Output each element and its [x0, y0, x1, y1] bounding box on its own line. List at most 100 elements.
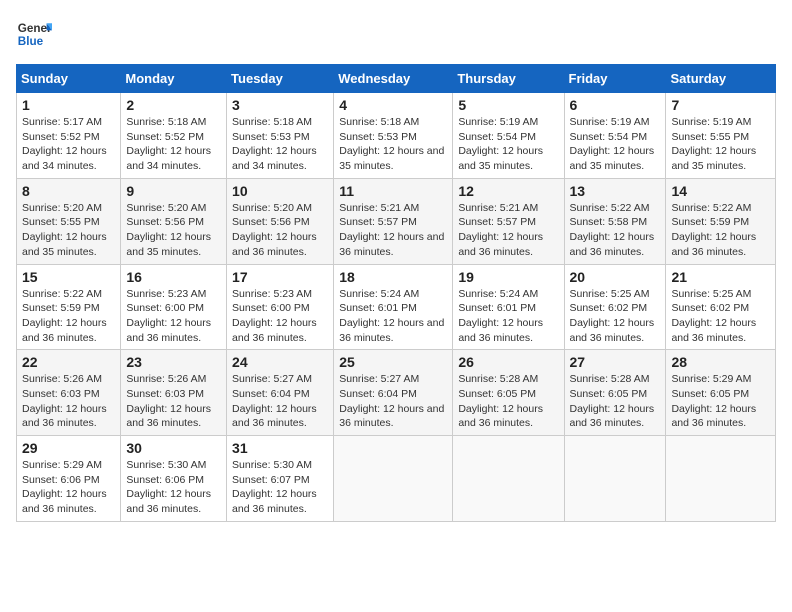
day-detail: Sunrise: 5:19 AMSunset: 5:54 PMDaylight:…: [570, 115, 661, 174]
day-number: 15: [22, 269, 115, 285]
day-number: 5: [458, 97, 558, 113]
day-number: 2: [126, 97, 221, 113]
day-detail: Sunrise: 5:20 AMSunset: 5:55 PMDaylight:…: [22, 201, 115, 260]
calendar-cell: 3 Sunrise: 5:18 AMSunset: 5:53 PMDayligh…: [227, 93, 334, 179]
page-header: General Blue: [16, 16, 776, 52]
day-detail: Sunrise: 5:23 AMSunset: 6:00 PMDaylight:…: [126, 287, 221, 346]
day-number: 22: [22, 354, 115, 370]
day-number: 18: [339, 269, 447, 285]
day-detail: Sunrise: 5:24 AMSunset: 6:01 PMDaylight:…: [458, 287, 558, 346]
weekday-header-wednesday: Wednesday: [334, 65, 453, 93]
day-detail: Sunrise: 5:21 AMSunset: 5:57 PMDaylight:…: [339, 201, 447, 260]
calendar-cell: 30 Sunrise: 5:30 AMSunset: 6:06 PMDaylig…: [121, 436, 227, 522]
calendar-table: SundayMondayTuesdayWednesdayThursdayFrid…: [16, 64, 776, 522]
day-detail: Sunrise: 5:27 AMSunset: 6:04 PMDaylight:…: [339, 372, 447, 431]
day-number: 3: [232, 97, 328, 113]
calendar-cell: 12 Sunrise: 5:21 AMSunset: 5:57 PMDaylig…: [453, 178, 564, 264]
calendar-cell: [453, 436, 564, 522]
calendar-cell: 6 Sunrise: 5:19 AMSunset: 5:54 PMDayligh…: [564, 93, 666, 179]
day-number: 7: [671, 97, 770, 113]
day-detail: Sunrise: 5:22 AMSunset: 5:59 PMDaylight:…: [22, 287, 115, 346]
calendar-cell: 4 Sunrise: 5:18 AMSunset: 5:53 PMDayligh…: [334, 93, 453, 179]
day-number: 17: [232, 269, 328, 285]
weekday-header-friday: Friday: [564, 65, 666, 93]
calendar-cell: 29 Sunrise: 5:29 AMSunset: 6:06 PMDaylig…: [17, 436, 121, 522]
day-number: 13: [570, 183, 661, 199]
day-detail: Sunrise: 5:18 AMSunset: 5:53 PMDaylight:…: [232, 115, 328, 174]
day-number: 1: [22, 97, 115, 113]
calendar-cell: 13 Sunrise: 5:22 AMSunset: 5:58 PMDaylig…: [564, 178, 666, 264]
calendar-cell: 24 Sunrise: 5:27 AMSunset: 6:04 PMDaylig…: [227, 350, 334, 436]
calendar-cell: 22 Sunrise: 5:26 AMSunset: 6:03 PMDaylig…: [17, 350, 121, 436]
calendar-cell: 11 Sunrise: 5:21 AMSunset: 5:57 PMDaylig…: [334, 178, 453, 264]
day-number: 10: [232, 183, 328, 199]
calendar-week-1: 1 Sunrise: 5:17 AMSunset: 5:52 PMDayligh…: [17, 93, 776, 179]
day-detail: Sunrise: 5:18 AMSunset: 5:52 PMDaylight:…: [126, 115, 221, 174]
day-number: 4: [339, 97, 447, 113]
day-detail: Sunrise: 5:18 AMSunset: 5:53 PMDaylight:…: [339, 115, 447, 174]
calendar-cell: 5 Sunrise: 5:19 AMSunset: 5:54 PMDayligh…: [453, 93, 564, 179]
day-detail: Sunrise: 5:29 AMSunset: 6:06 PMDaylight:…: [22, 458, 115, 517]
calendar-week-4: 22 Sunrise: 5:26 AMSunset: 6:03 PMDaylig…: [17, 350, 776, 436]
calendar-week-3: 15 Sunrise: 5:22 AMSunset: 5:59 PMDaylig…: [17, 264, 776, 350]
calendar-cell: 23 Sunrise: 5:26 AMSunset: 6:03 PMDaylig…: [121, 350, 227, 436]
calendar-week-5: 29 Sunrise: 5:29 AMSunset: 6:06 PMDaylig…: [17, 436, 776, 522]
calendar-week-2: 8 Sunrise: 5:20 AMSunset: 5:55 PMDayligh…: [17, 178, 776, 264]
calendar-cell: [564, 436, 666, 522]
calendar-cell: 20 Sunrise: 5:25 AMSunset: 6:02 PMDaylig…: [564, 264, 666, 350]
day-number: 9: [126, 183, 221, 199]
calendar-header-row: SundayMondayTuesdayWednesdayThursdayFrid…: [17, 65, 776, 93]
day-detail: Sunrise: 5:28 AMSunset: 6:05 PMDaylight:…: [458, 372, 558, 431]
calendar-cell: 16 Sunrise: 5:23 AMSunset: 6:00 PMDaylig…: [121, 264, 227, 350]
day-detail: Sunrise: 5:30 AMSunset: 6:07 PMDaylight:…: [232, 458, 328, 517]
calendar-cell: 27 Sunrise: 5:28 AMSunset: 6:05 PMDaylig…: [564, 350, 666, 436]
svg-text:Blue: Blue: [18, 35, 44, 48]
weekday-header-tuesday: Tuesday: [227, 65, 334, 93]
calendar-cell: 25 Sunrise: 5:27 AMSunset: 6:04 PMDaylig…: [334, 350, 453, 436]
day-number: 8: [22, 183, 115, 199]
weekday-header-thursday: Thursday: [453, 65, 564, 93]
day-number: 28: [671, 354, 770, 370]
day-detail: Sunrise: 5:26 AMSunset: 6:03 PMDaylight:…: [22, 372, 115, 431]
day-detail: Sunrise: 5:25 AMSunset: 6:02 PMDaylight:…: [570, 287, 661, 346]
day-detail: Sunrise: 5:19 AMSunset: 5:54 PMDaylight:…: [458, 115, 558, 174]
calendar-cell: 9 Sunrise: 5:20 AMSunset: 5:56 PMDayligh…: [121, 178, 227, 264]
day-detail: Sunrise: 5:22 AMSunset: 5:58 PMDaylight:…: [570, 201, 661, 260]
day-detail: Sunrise: 5:19 AMSunset: 5:55 PMDaylight:…: [671, 115, 770, 174]
calendar-cell: 19 Sunrise: 5:24 AMSunset: 6:01 PMDaylig…: [453, 264, 564, 350]
day-detail: Sunrise: 5:21 AMSunset: 5:57 PMDaylight:…: [458, 201, 558, 260]
calendar-cell: 7 Sunrise: 5:19 AMSunset: 5:55 PMDayligh…: [666, 93, 776, 179]
logo-icon: General Blue: [16, 16, 52, 52]
day-detail: Sunrise: 5:27 AMSunset: 6:04 PMDaylight:…: [232, 372, 328, 431]
day-number: 27: [570, 354, 661, 370]
day-number: 24: [232, 354, 328, 370]
day-detail: Sunrise: 5:29 AMSunset: 6:05 PMDaylight:…: [671, 372, 770, 431]
day-detail: Sunrise: 5:17 AMSunset: 5:52 PMDaylight:…: [22, 115, 115, 174]
calendar-cell: [666, 436, 776, 522]
day-number: 25: [339, 354, 447, 370]
calendar-cell: 28 Sunrise: 5:29 AMSunset: 6:05 PMDaylig…: [666, 350, 776, 436]
calendar-cell: 18 Sunrise: 5:24 AMSunset: 6:01 PMDaylig…: [334, 264, 453, 350]
logo: General Blue: [16, 16, 52, 52]
day-number: 23: [126, 354, 221, 370]
day-detail: Sunrise: 5:28 AMSunset: 6:05 PMDaylight:…: [570, 372, 661, 431]
day-number: 29: [22, 440, 115, 456]
calendar-cell: [334, 436, 453, 522]
day-detail: Sunrise: 5:26 AMSunset: 6:03 PMDaylight:…: [126, 372, 221, 431]
day-number: 21: [671, 269, 770, 285]
day-detail: Sunrise: 5:20 AMSunset: 5:56 PMDaylight:…: [232, 201, 328, 260]
calendar-cell: 14 Sunrise: 5:22 AMSunset: 5:59 PMDaylig…: [666, 178, 776, 264]
weekday-header-monday: Monday: [121, 65, 227, 93]
day-number: 14: [671, 183, 770, 199]
day-detail: Sunrise: 5:24 AMSunset: 6:01 PMDaylight:…: [339, 287, 447, 346]
day-number: 20: [570, 269, 661, 285]
calendar-cell: 26 Sunrise: 5:28 AMSunset: 6:05 PMDaylig…: [453, 350, 564, 436]
weekday-header-sunday: Sunday: [17, 65, 121, 93]
day-number: 12: [458, 183, 558, 199]
day-number: 19: [458, 269, 558, 285]
calendar-cell: 17 Sunrise: 5:23 AMSunset: 6:00 PMDaylig…: [227, 264, 334, 350]
calendar-body: 1 Sunrise: 5:17 AMSunset: 5:52 PMDayligh…: [17, 93, 776, 522]
day-number: 26: [458, 354, 558, 370]
calendar-cell: 8 Sunrise: 5:20 AMSunset: 5:55 PMDayligh…: [17, 178, 121, 264]
day-detail: Sunrise: 5:20 AMSunset: 5:56 PMDaylight:…: [126, 201, 221, 260]
